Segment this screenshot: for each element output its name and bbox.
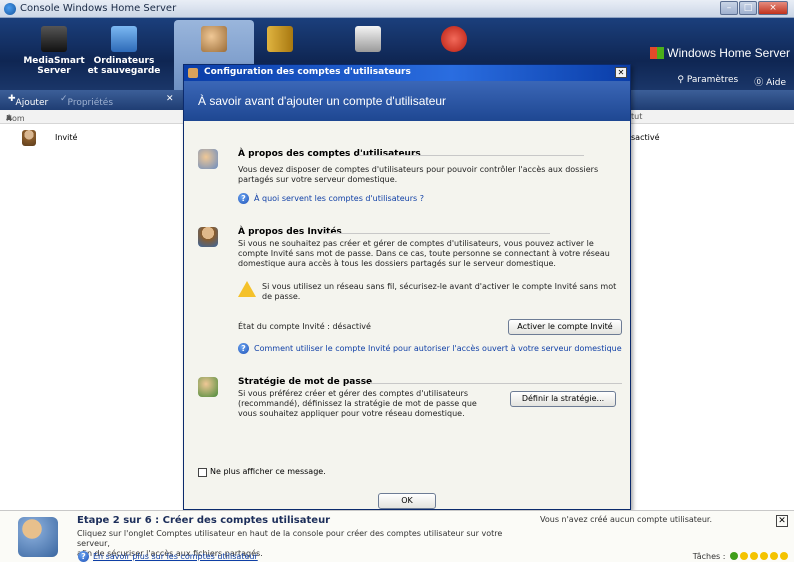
help-icon: ? <box>78 551 89 562</box>
section-text: Si vous ne souhaitez pas créer et gérer … <box>238 239 610 269</box>
tab-label: MediaSmart <box>23 56 85 66</box>
user-name: Invité <box>55 133 78 142</box>
task-pending-icon <box>750 552 758 560</box>
network-alert-icon <box>441 26 467 52</box>
task-pending-icon <box>770 552 778 560</box>
dialog-banner: À savoir avant d'ajouter un compte d'uti… <box>184 81 630 121</box>
column-status-header[interactable]: tut <box>631 112 642 121</box>
text-line: domestique aura accès à tous les dossier… <box>238 259 556 268</box>
task-pending-icon <box>740 552 748 560</box>
help-label: Aide <box>766 78 786 88</box>
server-icon <box>41 26 67 52</box>
text-line: de passe. <box>262 292 301 301</box>
text-line: compte Invité sans mot de passe. Dans ce… <box>238 249 610 258</box>
tab-computers-backup[interactable]: Ordinateurs et sauvegarde <box>84 20 164 90</box>
settings-link[interactable]: ⚲ Paramètres <box>677 75 738 88</box>
add-button[interactable]: ✚ Ajouter <box>8 94 48 108</box>
brand-logo: Windows Home Server <box>650 46 790 60</box>
column-name-header[interactable]: Nom ▲ <box>6 112 25 123</box>
guest-account-help-link[interactable]: Comment utiliser le compte Invité pour a… <box>254 344 622 353</box>
tasks-label: Tâches : <box>692 552 726 561</box>
ok-button[interactable]: OK <box>378 493 436 509</box>
dont-show-again-checkbox[interactable] <box>198 468 207 477</box>
maximize-button[interactable]: □ <box>739 1 757 15</box>
dialog-close-button[interactable]: ✕ <box>615 67 627 78</box>
tasks-progress: Tâches : <box>693 552 788 561</box>
remove-button[interactable]: ✕ <box>166 94 174 104</box>
text-line: Si vous utilisez un réseau sans fil, séc… <box>262 282 617 291</box>
divider <box>324 233 550 234</box>
what-are-user-accounts-link[interactable]: À quoi servent les comptes d'utilisateur… <box>254 194 424 203</box>
dialog-title: Configuration des comptes d'utilisateurs <box>204 67 411 77</box>
window-titlebar: Console Windows Home Server – □ × <box>0 0 794 18</box>
step-status: Vous n'avez créé aucun compte utilisateu… <box>540 515 712 524</box>
column-label: Nom <box>6 114 25 123</box>
text-line: Vous devez disposer de comptes d'utilisa… <box>238 165 599 174</box>
dialog-titlebar: Configuration des comptes d'utilisateurs… <box>184 65 630 81</box>
text-line: Si vous préférez créer et gérer des comp… <box>238 389 468 398</box>
storage-icon <box>355 26 381 52</box>
guest-icon <box>198 227 218 247</box>
section-user-accounts: À propos des comptes d'utilisateurs Vous… <box>198 145 622 205</box>
activate-guest-account-button[interactable]: Activer le compte Invité <box>508 319 622 335</box>
text-line: partagés sur votre serveur domestique. <box>238 175 398 184</box>
computer-icon <box>111 26 137 52</box>
help-icon: ? <box>238 343 249 354</box>
section-heading: Stratégie de mot de passe <box>238 377 373 387</box>
warning-text: Si vous utilisez un réseau sans fil, séc… <box>262 282 616 302</box>
users-icon <box>198 149 218 169</box>
user-accounts-config-dialog: Configuration des comptes d'utilisateurs… <box>183 64 631 510</box>
window-title: Console Windows Home Server <box>20 3 177 14</box>
add-label: Ajouter <box>15 98 49 108</box>
task-pending-icon <box>780 552 788 560</box>
tab-label: Ordinateurs <box>93 56 155 66</box>
divider <box>370 383 622 384</box>
tab-label: Server <box>37 66 71 76</box>
section-heading: À propos des comptes d'utilisateurs <box>238 149 421 159</box>
section-text: Si vous préférez créer et gérer des comp… <box>238 389 477 419</box>
warning-icon <box>238 281 256 297</box>
task-pending-icon <box>760 552 768 560</box>
minimize-button[interactable]: – <box>720 1 738 15</box>
text-line: (recommandé), définissez la stratégie de… <box>238 399 477 408</box>
help-icon: ? <box>238 193 249 204</box>
app-icon <box>4 3 16 15</box>
close-bar-button[interactable]: ✕ <box>776 515 788 527</box>
properties-label: Propriétés <box>67 98 114 108</box>
text-line: vous souhaitez appliquer pour votre rése… <box>238 409 465 418</box>
learn-more-link[interactable]: En savoir plus sur les comptes utilisate… <box>93 552 258 561</box>
task-complete-icon <box>730 552 738 560</box>
brand-text: Windows Home Server <box>667 46 790 60</box>
tab-mediasmart-server[interactable]: MediaSmart Server <box>14 20 94 90</box>
tab-label: et sauvegarde <box>87 66 161 76</box>
windows-flag-icon <box>650 47 665 59</box>
folders-icon <box>267 26 293 52</box>
window-controls: – □ × <box>720 1 788 15</box>
section-heading: À propos des Invités <box>238 227 342 237</box>
properties-button[interactable]: ✓ Propriétés <box>60 94 113 108</box>
help-link[interactable]: ⓪ Aide <box>754 75 786 88</box>
users-icon <box>201 26 227 52</box>
section-text: Vous devez disposer de comptes d'utilisa… <box>238 165 598 185</box>
guest-user-icon <box>22 130 36 146</box>
text-line: Si vous ne souhaitez pas créer et gérer … <box>238 239 594 248</box>
user-status: sactivé <box>631 133 660 142</box>
header-links: ⚲ Paramètres ⓪ Aide <box>677 75 786 88</box>
dialog-icon <box>188 68 198 78</box>
step-title: Etape 2 sur 6 : Créer des comptes utilis… <box>77 515 331 526</box>
divider <box>358 155 584 156</box>
section-password-policy: Stratégie de mot de passe Si vous préfér… <box>198 375 622 435</box>
text-line: Cliquez sur l'onglet Comptes utilisateur… <box>77 529 503 548</box>
password-policy-icon <box>198 377 218 397</box>
guest-account-status: État du compte Invité : désactivé <box>238 322 371 331</box>
section-guests: À propos des Invités Si vous ne souhaite… <box>198 225 622 365</box>
settings-label: Paramètres <box>686 75 739 85</box>
define-policy-button[interactable]: Définir la stratégie... <box>510 391 616 407</box>
close-window-button[interactable]: × <box>758 1 788 15</box>
users-step-icon <box>18 517 58 557</box>
checkbox-label: Ne plus afficher ce message. <box>210 467 326 476</box>
getting-started-bar: Etape 2 sur 6 : Créer des comptes utilis… <box>0 510 794 562</box>
